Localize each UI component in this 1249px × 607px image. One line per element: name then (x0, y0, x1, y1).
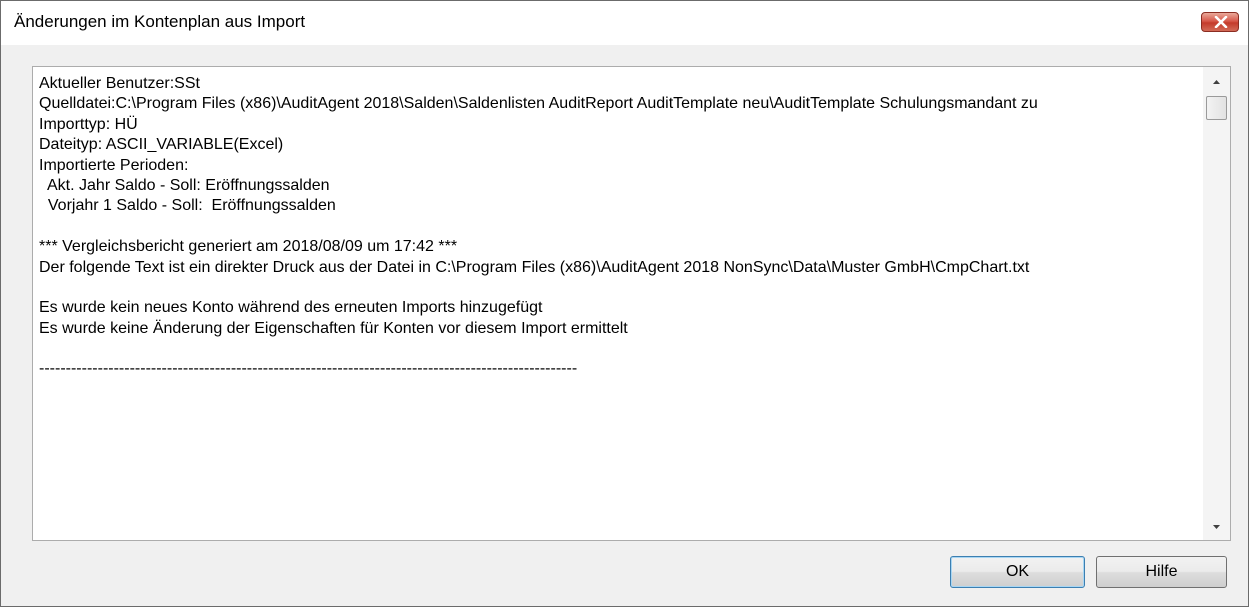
report-line: Der folgende Text ist ein direkter Druck… (39, 258, 1030, 276)
scroll-up-button[interactable] (1203, 69, 1230, 93)
ok-button[interactable]: OK (950, 556, 1085, 588)
report-line: Es wurde kein neues Konto während des er… (39, 299, 543, 317)
arrow-up-icon (1213, 80, 1220, 84)
report-line: ----------------------------------------… (39, 360, 578, 378)
report-line: Dateityp: ASCII_VARIABLE(Excel) (39, 136, 284, 154)
report-line: Akt. Jahr Saldo - Soll: Eröffnungssalden (39, 176, 330, 194)
report-line: *** Vergleichsbericht generiert am 2018/… (39, 238, 458, 256)
title-bar: Änderungen im Kontenplan aus Import (1, 1, 1248, 45)
vertical-scrollbar[interactable] (1203, 67, 1230, 540)
help-button[interactable]: Hilfe (1096, 556, 1227, 588)
report-line (39, 278, 1199, 298)
close-button[interactable] (1201, 12, 1239, 32)
dialog-window: Änderungen im Kontenplan aus Import Aktu… (0, 0, 1249, 607)
arrow-down-icon (1213, 525, 1220, 529)
report-line (39, 339, 1199, 359)
scroll-down-button[interactable] (1203, 515, 1230, 539)
report-line: Vorjahr 1 Saldo - Soll: Eröffnungssalden (39, 197, 336, 215)
report-line: Importtyp: HÜ (39, 115, 138, 133)
scroll-thumb[interactable] (1206, 96, 1227, 120)
report-line: Es wurde keine Änderung der Eigenschafte… (39, 319, 628, 337)
report-line: Quelldatei:C:\Program Files (x86)\AuditA… (39, 95, 1038, 113)
report-line: Aktueller Benutzer:SSt (39, 75, 200, 92)
close-icon (1214, 16, 1228, 28)
report-line (39, 217, 1199, 237)
report-text-content: Aktueller Benutzer:SSt Quelldatei:C:\Prog… (39, 74, 1199, 534)
report-line: Importierte Perioden: (39, 156, 189, 174)
report-textbox[interactable]: Aktueller Benutzer:SSt Quelldatei:C:\Prog… (32, 66, 1231, 541)
window-title: Änderungen im Kontenplan aus Import (14, 12, 306, 31)
